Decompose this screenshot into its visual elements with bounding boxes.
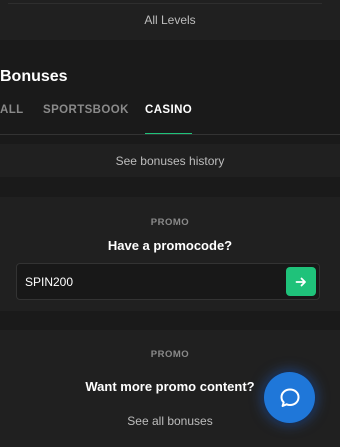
promocode-input[interactable]: [25, 264, 275, 299]
promocode-submit-button[interactable]: [286, 267, 316, 296]
levels-panel: All Levels: [0, 0, 340, 40]
chat-button[interactable]: [264, 372, 315, 423]
promocode-heading: Have a promocode?: [107, 238, 233, 253]
all-levels-link[interactable]: All Levels: [0, 13, 340, 27]
promocode-field: [16, 263, 320, 300]
tab-all[interactable]: ALL: [0, 104, 24, 135]
bonus-tabs: ALL SPORTSBOOK CASINO: [0, 104, 340, 135]
tab-sportsbook[interactable]: SPORTSBOOK: [43, 104, 129, 135]
tabs-divider: [0, 134, 340, 135]
promo-label: PROMO: [150, 349, 190, 360]
arrow-right-icon: [295, 277, 306, 286]
promo-label: PROMO: [150, 217, 190, 228]
chat-bubble-icon: [280, 388, 299, 407]
bonuses-title: Bonuses: [0, 68, 68, 85]
promocode-card: PROMO Have a promocode?: [0, 197, 340, 311]
history-panel: See bonuses history: [0, 144, 340, 177]
bonuses-history-link[interactable]: See bonuses history: [0, 154, 340, 168]
tab-casino[interactable]: CASINO: [145, 104, 193, 135]
divider: [8, 3, 322, 4]
